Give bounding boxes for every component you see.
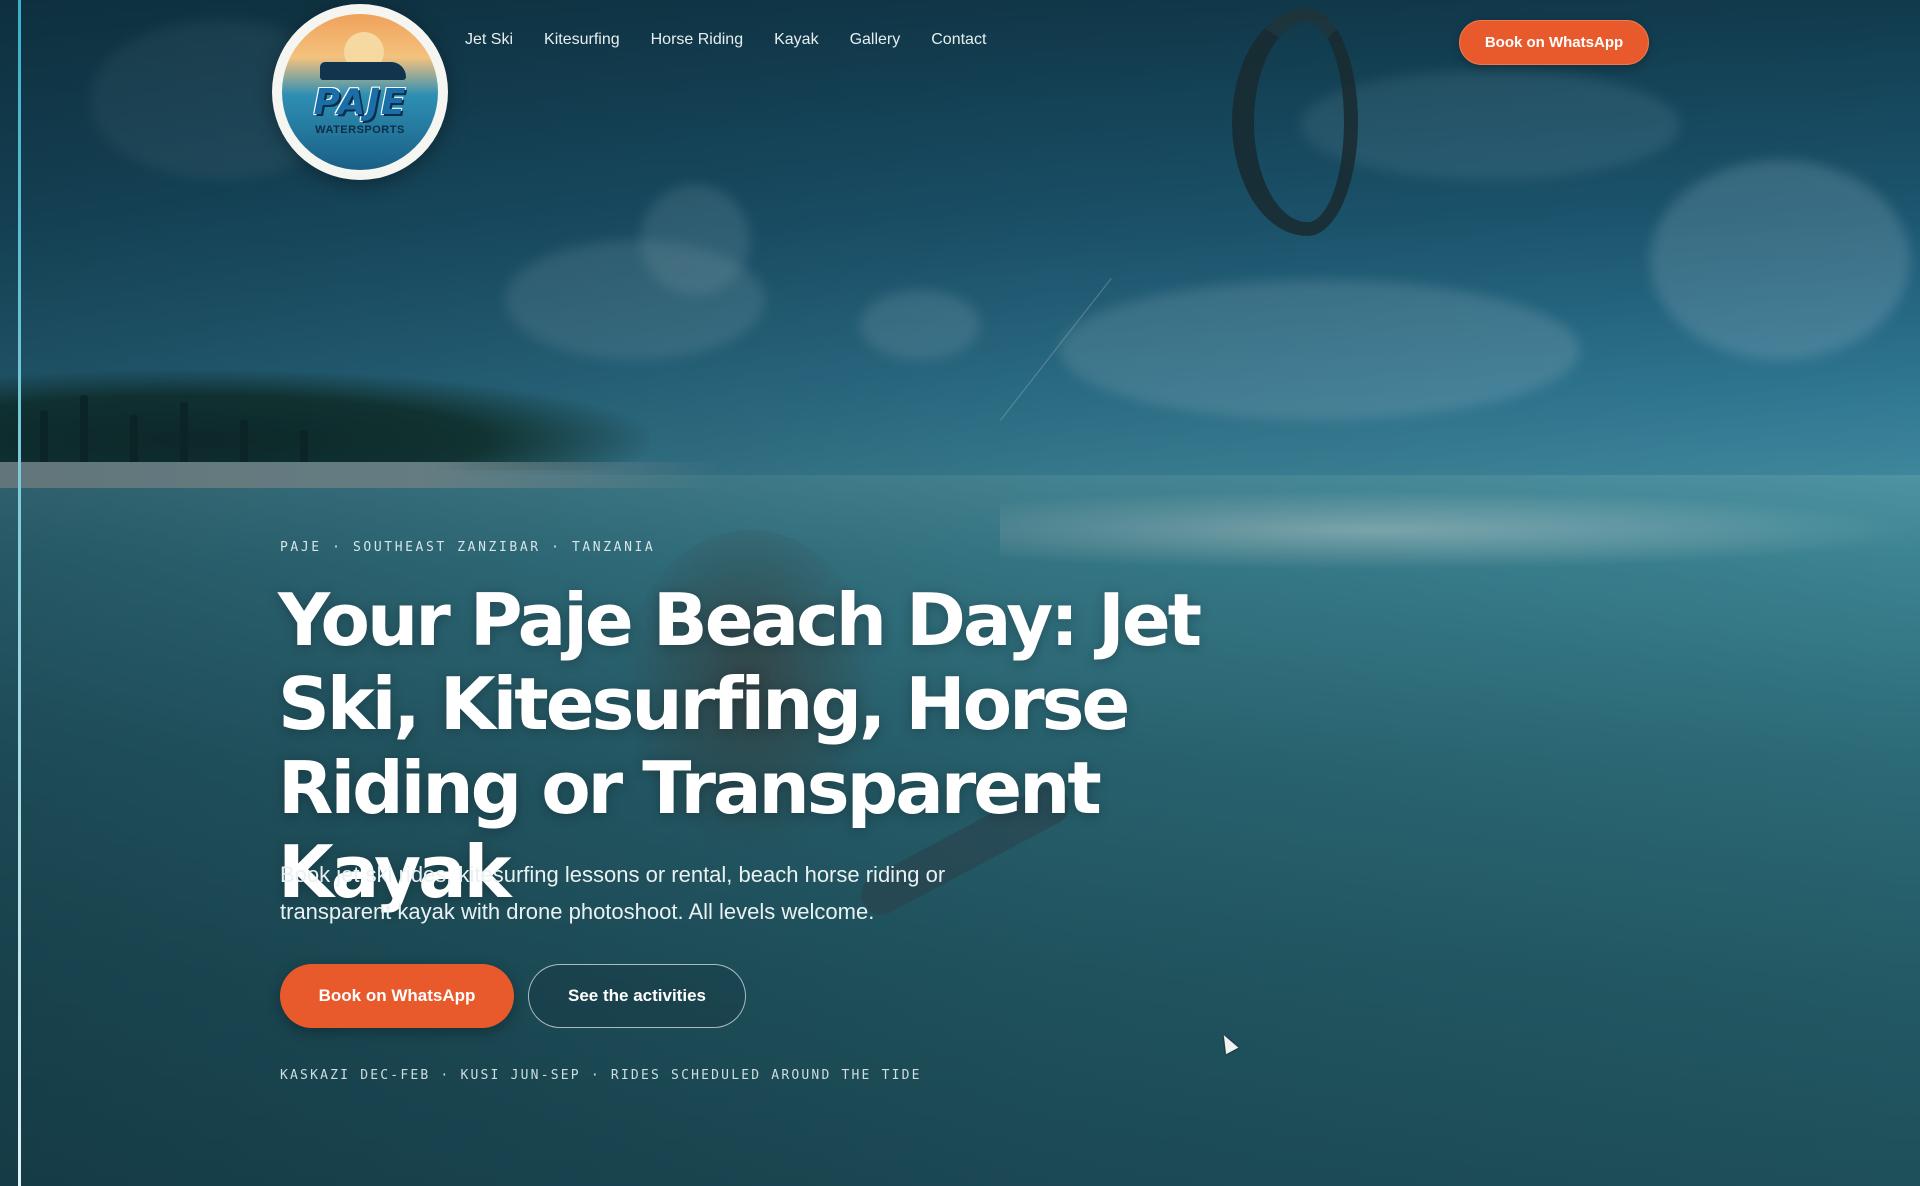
nav-item-kayak[interactable]: Kayak — [774, 31, 818, 49]
season-footnote: KASKAZI DEC-FEB · KUSI JUN-SEP · RIDES S… — [280, 1068, 922, 1083]
header-book-whatsapp-button[interactable]: Book on WhatsApp — [1459, 20, 1649, 65]
nav-item-kitesurfing[interactable]: Kitesurfing — [544, 31, 620, 49]
nav-item-gallery[interactable]: Gallery — [850, 31, 901, 49]
nav-item-contact[interactable]: Contact — [931, 31, 986, 49]
main-nav: Jet Ski Kitesurfing Horse Riding Kayak G… — [465, 31, 1017, 49]
nav-item-jet-ski[interactable]: Jet Ski — [465, 31, 513, 49]
logo-emblem: PAJE WATERSPORTS — [282, 14, 438, 170]
logo-subtitle: WATERSPORTS — [315, 124, 405, 136]
nav-item-horse-riding[interactable]: Horse Riding — [651, 31, 743, 49]
hero-subtext: Book jet ski rides, kitesurfing lessons … — [280, 862, 946, 924]
jet-ski-icon — [320, 62, 406, 80]
logo-title: PAJE — [313, 82, 407, 123]
site-logo[interactable]: PAJE WATERSPORTS — [272, 4, 448, 180]
window-edge — [18, 0, 21, 1186]
see-activities-button[interactable]: See the activities — [528, 964, 746, 1028]
book-whatsapp-button[interactable]: Book on WhatsApp — [280, 964, 514, 1028]
hero-location-eyebrow: PAJE · SOUTHEAST ZANZIBAR · TANZANIA — [280, 540, 656, 555]
